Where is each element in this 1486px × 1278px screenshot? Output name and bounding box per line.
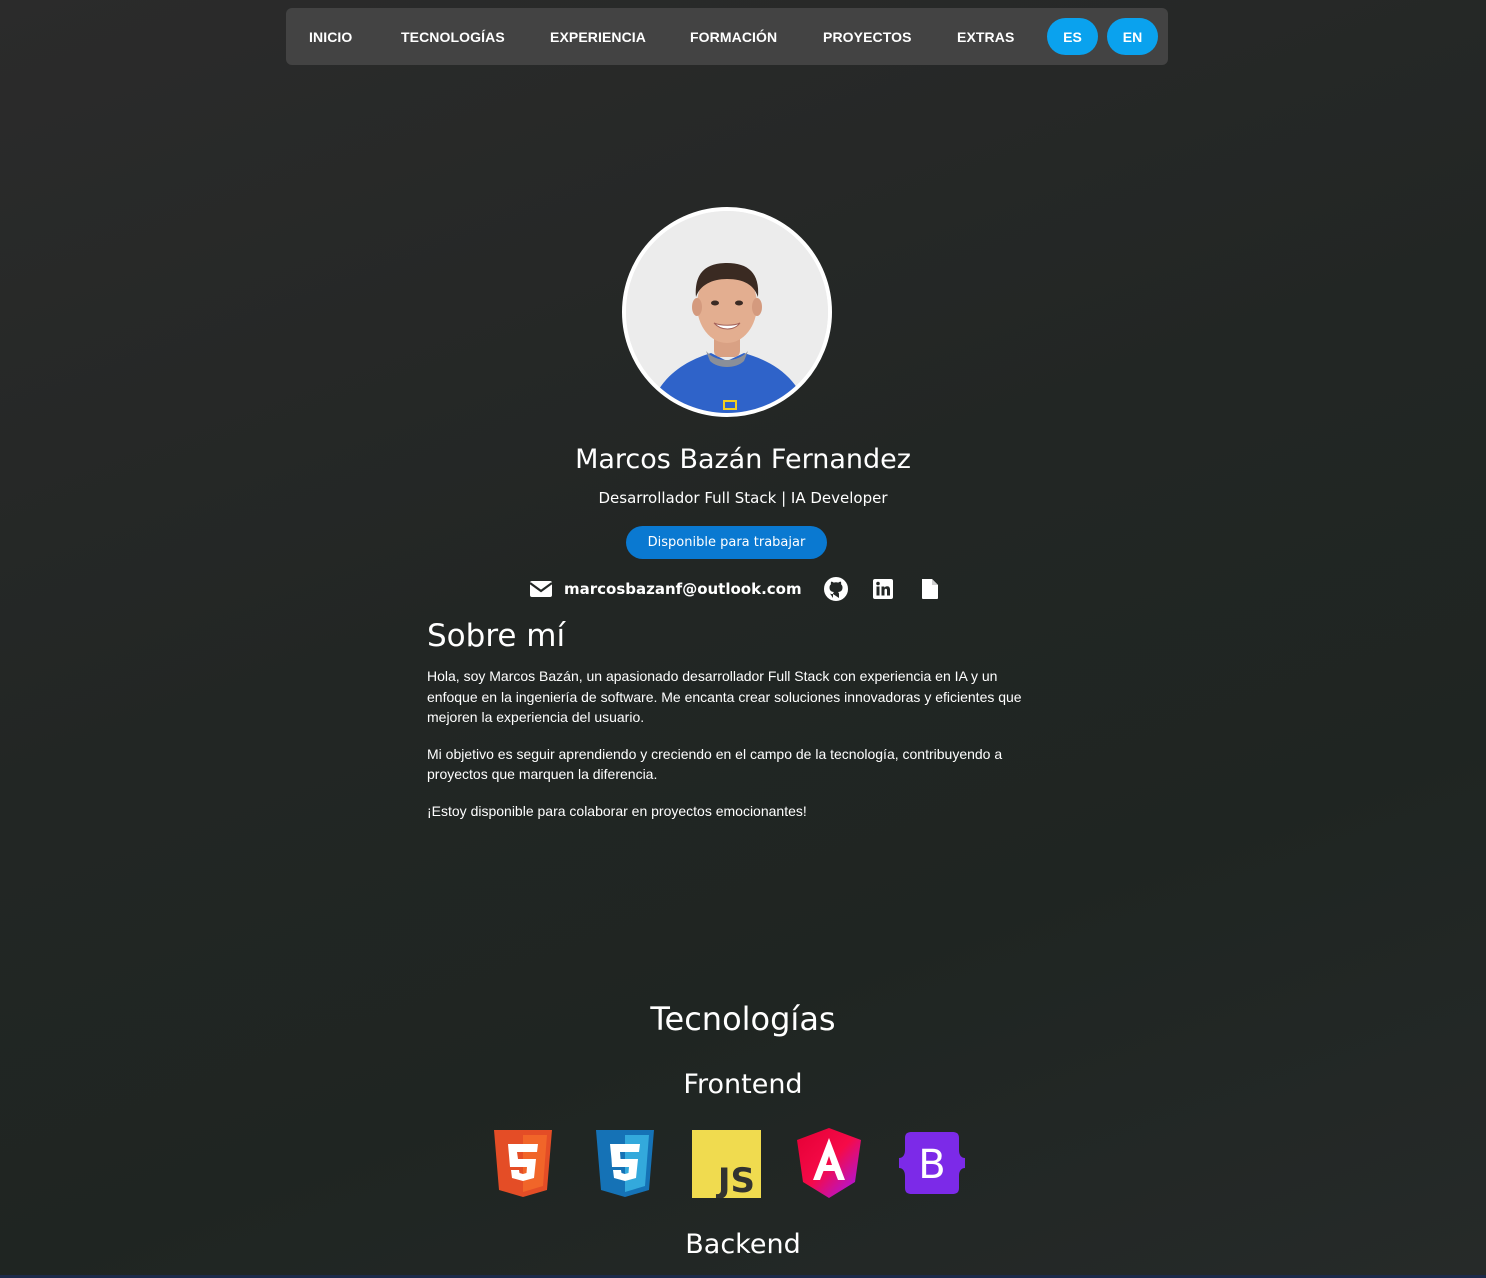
envelope-icon bbox=[529, 577, 553, 601]
contact-links: marcosbazanf@outlook.com bbox=[529, 576, 942, 602]
html5-icon bbox=[490, 1128, 560, 1200]
file-icon bbox=[918, 577, 942, 601]
javascript-icon: JS bbox=[692, 1128, 762, 1201]
bootstrap-icon: B bbox=[897, 1128, 967, 1200]
nav-link-experiencia[interactable]: EXPERIENCIA bbox=[550, 29, 646, 45]
nav-link-inicio[interactable]: INICIO bbox=[309, 29, 352, 45]
github-link[interactable] bbox=[823, 577, 848, 601]
lang-button-en[interactable]: EN bbox=[1107, 18, 1158, 55]
about-paragraph-3: ¡Estoy disponible para colaborar en proy… bbox=[427, 802, 807, 819]
frontend-title: Frontend bbox=[683, 1069, 803, 1100]
cv-link[interactable] bbox=[918, 577, 942, 601]
nav-link-proyectos[interactable]: PROYECTOS bbox=[823, 29, 912, 45]
nav-link-formacion[interactable]: FORMACIÓN bbox=[690, 29, 777, 45]
about-section: Sobre mí Hola, soy Marcos Bazán, un apas… bbox=[427, 618, 1037, 837]
svg-text:B: B bbox=[918, 1142, 945, 1188]
backend-title: Backend bbox=[685, 1229, 801, 1260]
svg-text:JS: JS bbox=[716, 1161, 755, 1198]
about-paragraph-2: Mi objetivo es seguir aprendiendo y crec… bbox=[427, 745, 1003, 783]
angular-icon bbox=[795, 1128, 865, 1200]
nav-link-extras[interactable]: EXTRAS bbox=[957, 29, 1014, 45]
profile-name: Marcos Bazán Fernandez bbox=[575, 444, 911, 475]
profile-avatar bbox=[622, 207, 832, 417]
linkedin-link[interactable] bbox=[871, 577, 895, 601]
css3-icon bbox=[592, 1128, 662, 1200]
email-address: marcosbazanf@outlook.com bbox=[564, 580, 802, 598]
frontend-tech-icons: JS B bbox=[0, 1128, 1486, 1201]
tech-title: Tecnologías bbox=[650, 1000, 836, 1038]
email-link[interactable]: marcosbazanf@outlook.com bbox=[529, 577, 802, 601]
linkedin-icon bbox=[871, 577, 895, 601]
github-icon bbox=[823, 577, 848, 601]
available-status-button[interactable]: Disponible para trabajar bbox=[626, 526, 827, 559]
about-paragraph-1: Hola, soy Marcos Bazán, un apasionado de… bbox=[427, 668, 1022, 725]
lang-button-es[interactable]: ES bbox=[1047, 18, 1098, 55]
nav-link-tecnologias[interactable]: TECNOLOGÍAS bbox=[401, 29, 505, 45]
top-navbar: INICIO TECNOLOGÍAS EXPERIENCIA FORMACIÓN… bbox=[286, 8, 1168, 65]
profile-subtitle: Desarrollador Full Stack | IA Developer bbox=[598, 489, 888, 507]
about-title: Sobre mí bbox=[427, 618, 566, 654]
